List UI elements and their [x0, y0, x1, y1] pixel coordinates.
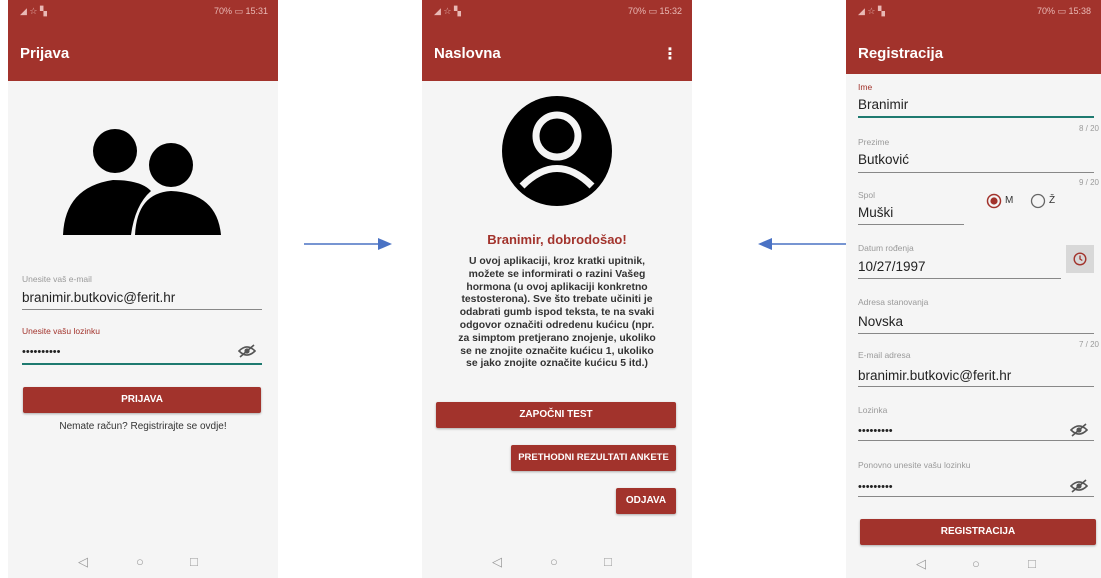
email-underline [858, 386, 1094, 387]
users-icon [63, 129, 221, 235]
eye-off-icon[interactable] [1070, 423, 1088, 437]
arrow-right-icon [304, 238, 392, 250]
surname-underline [858, 172, 1094, 173]
dob-underline [858, 278, 1061, 279]
arrow-left-icon [758, 238, 846, 250]
previous-results-button[interactable]: PRETHODNI REZULTATI ANKETE [511, 445, 676, 471]
login-button[interactable]: PRIJAVA [23, 387, 261, 413]
address-underline [858, 333, 1094, 334]
recent-apps-icon[interactable]: □ [604, 554, 612, 569]
back-icon[interactable]: ◁ [78, 554, 88, 570]
page-title: Registracija [858, 45, 944, 62]
repeat-password-label: Ponovno unesite vašu lozinku [858, 460, 971, 470]
greeting: Branimir, dobrodošao! [487, 232, 627, 247]
radio-selected-icon[interactable] [986, 193, 1002, 209]
status-bar: ◢ ☆ ▚ 70% ▭ 15:31 [8, 0, 278, 36]
app-bar: Naslovna ⋮ [422, 36, 692, 81]
nav-bar: ◁ ○ □ [846, 552, 1101, 578]
signal-icon: ◢ ☆ ▚ [20, 6, 47, 16]
gender-field[interactable]: Muški [858, 205, 893, 220]
nav-bar: ◁ ○ □ [422, 548, 692, 578]
repeat-password-underline [858, 496, 1094, 497]
email-field[interactable]: branimir.butkovic@ferit.hr [858, 368, 1011, 383]
gender-underline [858, 224, 964, 225]
name-underline [858, 116, 1094, 118]
page-title: Prijava [20, 45, 70, 62]
eye-off-icon[interactable] [238, 344, 256, 358]
start-test-button[interactable]: ZAPOČNI TEST [436, 402, 676, 428]
signal-icon: ◢ ☆ ▚ [434, 6, 461, 16]
email-label: Unesite vaš e-mail [22, 274, 92, 284]
signal-icon: ◢ ☆ ▚ [858, 6, 885, 16]
email-field[interactable]: branimir.butkovic@ferit.hr [22, 290, 175, 305]
address-field[interactable]: Novska [858, 314, 903, 329]
email-underline [22, 309, 262, 310]
name-field[interactable]: Branimir [858, 97, 908, 112]
page-title: Naslovna [434, 45, 501, 62]
clock: 15:31 [245, 6, 268, 16]
register-screen: ◢ ☆ ▚ 70% ▭ 15:38 Registracija Ime Brani… [846, 0, 1101, 578]
battery-level: 70% [627, 6, 646, 16]
recent-apps-icon[interactable]: □ [1028, 556, 1036, 571]
name-counter: 8 / 20 [1078, 124, 1099, 133]
name-label: Ime [858, 82, 873, 92]
register-link[interactable]: Nemate račun? Registrirajte se ovdje! [8, 421, 278, 432]
home-icon[interactable]: ○ [550, 554, 558, 569]
password-field[interactable]: ••••••••• [858, 425, 893, 437]
recent-apps-icon[interactable]: □ [190, 554, 198, 569]
home-icon[interactable]: ○ [972, 556, 980, 571]
eye-off-icon[interactable] [1070, 479, 1088, 493]
gender-m-label: M [1005, 195, 1014, 206]
dob-label: Datum rođenja [858, 243, 914, 253]
app-bar: Prijava [8, 36, 278, 81]
calendar-button[interactable] [1066, 245, 1094, 273]
address-counter: 7 / 20 [1078, 340, 1099, 349]
password-field[interactable]: •••••••••• [22, 346, 61, 358]
surname-field[interactable]: Butković [858, 152, 909, 167]
email-label: E-mail adresa [858, 350, 911, 360]
home-screen: ◢ ☆ ▚ 70% ▭ 15:32 Naslovna ⋮ Branimir, d… [422, 0, 692, 578]
password-underline [22, 363, 262, 365]
status-bar: ◢ ☆ ▚ 70% ▭ 15:38 [846, 0, 1101, 36]
home-icon[interactable]: ○ [136, 554, 144, 569]
status-bar: ◢ ☆ ▚ 70% ▭ 15:32 [422, 0, 692, 36]
app-bar: Registracija [846, 36, 1101, 74]
more-options-icon[interactable]: ⋮ [662, 44, 678, 64]
logout-button[interactable]: ODJAVA [616, 488, 676, 514]
gender-z-label: Ž [1049, 195, 1056, 206]
clock-icon [1073, 252, 1087, 266]
surname-label: Prezime [858, 137, 890, 147]
nav-bar: ◁ ○ □ [8, 548, 278, 578]
dob-field[interactable]: 10/27/1997 [858, 259, 926, 274]
back-icon[interactable]: ◁ [916, 556, 926, 572]
register-button[interactable]: REGISTRACIJA [860, 519, 1096, 545]
battery-level: 70% [213, 6, 232, 16]
surname-counter: 9 / 20 [1078, 178, 1099, 187]
gender-label: Spol [858, 190, 876, 200]
clock: 15:38 [1068, 6, 1091, 16]
password-underline [858, 440, 1094, 441]
account-avatar-icon [502, 96, 612, 206]
back-icon[interactable]: ◁ [492, 554, 502, 570]
password-label: Unesite vašu lozinku [22, 326, 100, 336]
intro-text: U ovoj aplikaciji, kroz kratki upitnik, … [458, 256, 656, 370]
battery-level: 70% [1036, 6, 1055, 16]
address-label: Adresa stanovanja [858, 297, 929, 307]
login-screen: ◢ ☆ ▚ 70% ▭ 15:31 Prijava Unesite vaš e-… [8, 0, 278, 578]
clock: 15:32 [659, 6, 682, 16]
repeat-password-field[interactable]: ••••••••• [858, 481, 893, 493]
password-label: Lozinka [858, 405, 888, 415]
radio-unselected-icon[interactable] [1030, 193, 1046, 209]
